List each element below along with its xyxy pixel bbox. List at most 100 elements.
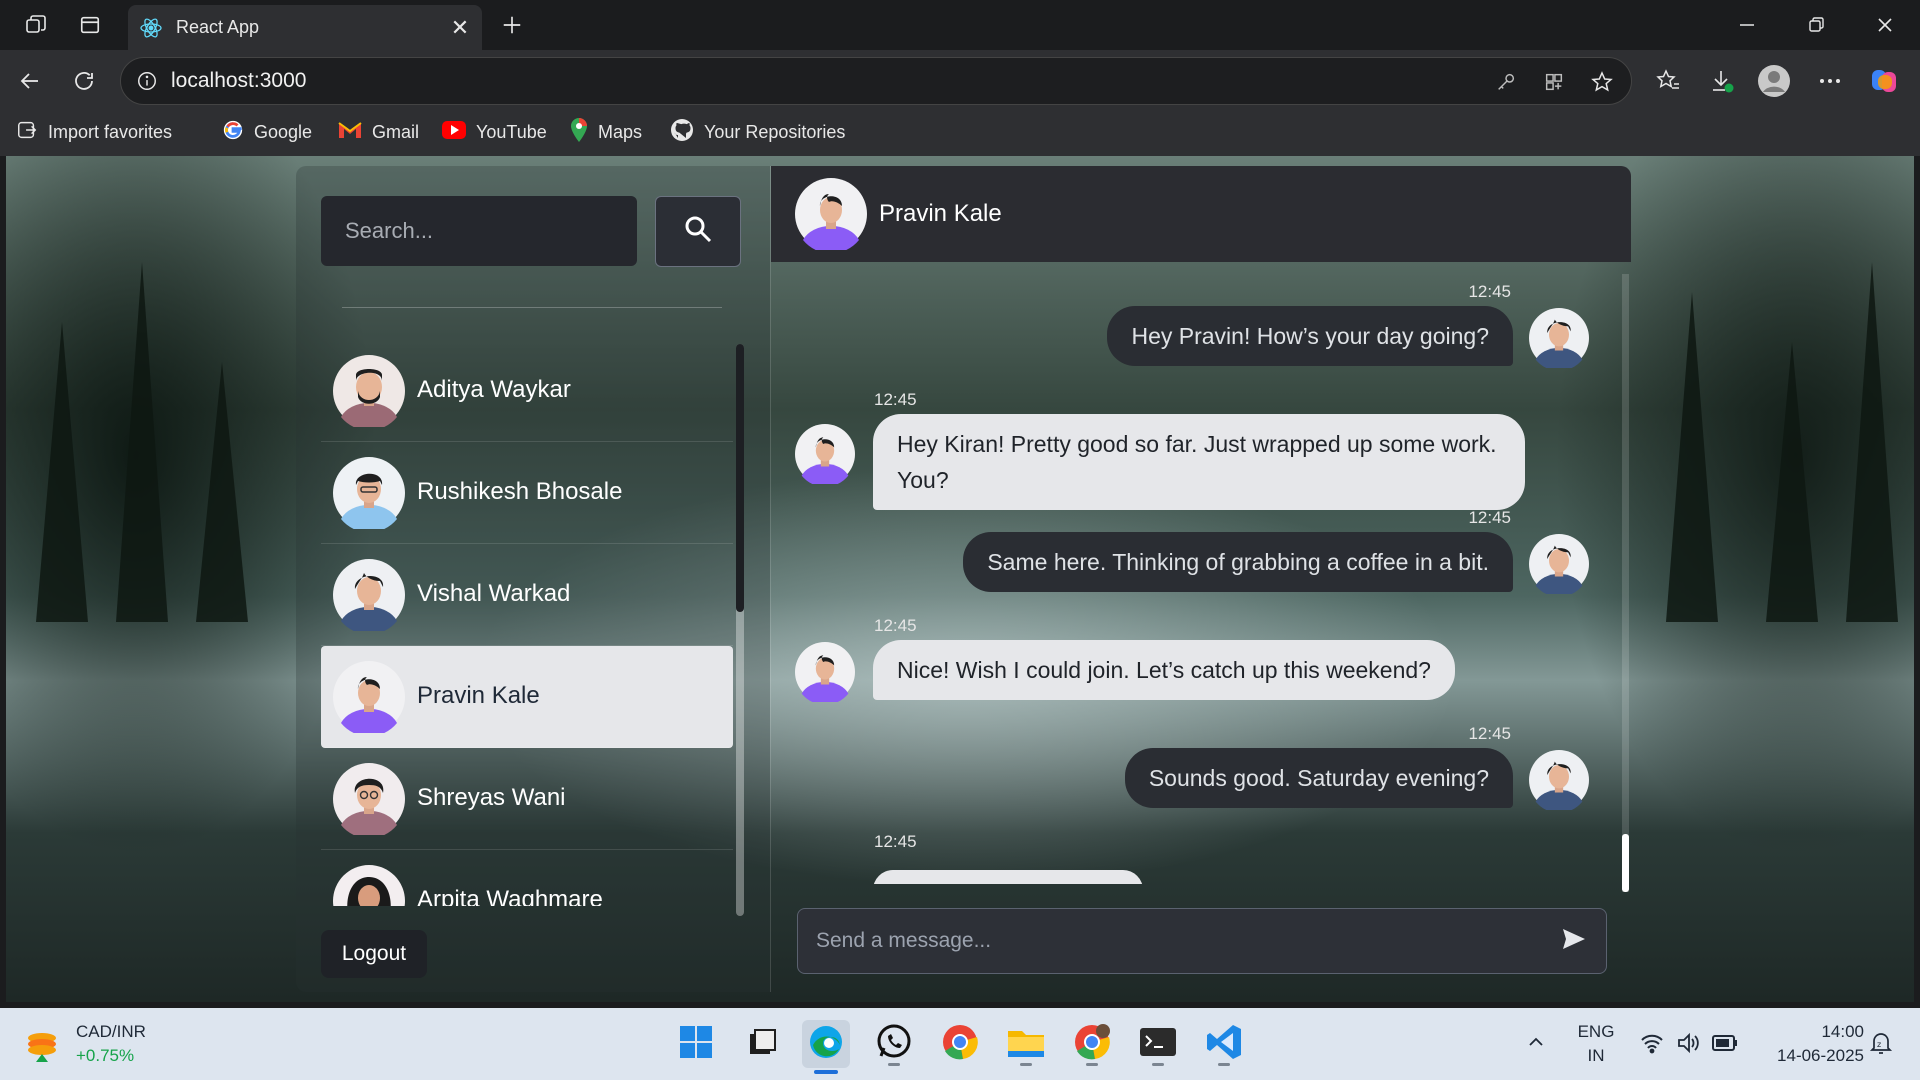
contact-name: Aditya Waykar (417, 376, 571, 403)
taskbar-app-edge[interactable] (802, 1020, 850, 1074)
taskbar-app-chrome-profile[interactable] (1068, 1020, 1116, 1068)
send-button[interactable] (1556, 923, 1592, 959)
new-tab-icon[interactable] (496, 9, 528, 41)
message-list-scroll-thumb[interactable] (1622, 834, 1629, 892)
contact-list-scroll-thumb[interactable] (736, 344, 744, 612)
message-time: 12:45 (1468, 724, 1511, 743)
contact-item[interactable]: Arpita Waghmare (321, 850, 733, 906)
message-input[interactable] (798, 909, 1538, 973)
github-icon (670, 118, 694, 147)
copilot-icon[interactable] (1868, 64, 1902, 98)
close-window-icon[interactable] (1868, 10, 1902, 40)
clock-time[interactable]: 14:00 (1754, 1022, 1864, 1042)
profile-icon[interactable] (1756, 63, 1792, 99)
favorites-icon[interactable] (1652, 65, 1684, 97)
maps-pin-icon (570, 117, 588, 147)
divider (342, 307, 722, 308)
address-bar[interactable]: localhost:3000 (120, 57, 1632, 105)
back-icon[interactable] (14, 65, 46, 97)
vertical-tabs-icon[interactable] (76, 11, 104, 39)
volume-icon[interactable] (1676, 1032, 1700, 1059)
site-info-icon[interactable] (135, 69, 159, 93)
background-tree (36, 322, 88, 622)
language-indicator[interactable]: ENG (1568, 1022, 1624, 1042)
search-input[interactable] (321, 196, 637, 266)
send-icon (1561, 927, 1587, 956)
workspaces-icon[interactable] (22, 11, 50, 39)
refresh-icon[interactable] (68, 65, 100, 97)
taskbar-app-file-explorer[interactable] (1002, 1020, 1050, 1068)
taskbar-app-vscode[interactable] (1200, 1020, 1248, 1068)
downloads-icon[interactable] (1706, 65, 1738, 97)
contact-item[interactable]: Vishal Warkad (321, 544, 733, 646)
youtube-icon (442, 120, 466, 144)
bookmark-google[interactable]: Google (222, 112, 312, 152)
bookmark-your-repositories[interactable]: Your Repositories (670, 112, 845, 152)
apps-icon[interactable] (1541, 69, 1567, 95)
logout-button[interactable]: Logout (321, 930, 427, 978)
battery-icon[interactable] (1712, 1035, 1738, 1056)
bookmark-label: Maps (598, 121, 643, 142)
favorite-star-icon[interactable] (1589, 69, 1615, 95)
close-tab-icon[interactable]: ✕ (448, 5, 472, 50)
message-list-scrollbar[interactable] (1622, 274, 1629, 892)
bookmark-youtube[interactable]: YouTube (442, 112, 547, 152)
currency-widget[interactable]: CAD/INR +0.75% (24, 1022, 184, 1068)
background-tree (1846, 262, 1898, 622)
minimize-icon[interactable] (1730, 10, 1764, 40)
task-view-icon (746, 1026, 778, 1063)
bookmark-import-favorites[interactable]: Import favorites (16, 112, 172, 152)
bookmark-maps[interactable]: Maps (570, 112, 642, 152)
message-received: 12:45 Hey Kiran! Pretty good so far. Jus… (771, 390, 1621, 510)
start-button[interactable] (672, 1020, 720, 1068)
chat-panel: Pravin Kale 12:45 Hey Pravin! How’s your… (770, 166, 1631, 992)
background-tree (1766, 342, 1818, 622)
message-received: 12:45 Nice! Wish I could join. Let’s cat… (771, 616, 1621, 720)
avatar (1529, 308, 1589, 371)
search-button[interactable] (655, 196, 741, 267)
bookmark-gmail[interactable]: Gmail (338, 112, 419, 152)
running-indicator (1218, 1063, 1230, 1066)
contact-name: Arpita Waghmare (417, 886, 603, 906)
running-indicator (1020, 1063, 1032, 1066)
restore-icon[interactable] (1799, 10, 1833, 40)
bookmark-label: Your Repositories (704, 121, 846, 142)
bookmark-label: Gmail (372, 121, 420, 142)
contact-item[interactable]: Aditya Waykar (321, 340, 733, 442)
browser-tab-bar: React App ✕ (0, 0, 1920, 50)
whatsapp-icon (875, 1023, 913, 1066)
tab-react-app[interactable]: React App ✕ (128, 5, 482, 50)
message-bubble: Hey Kiran! Pretty good so far. Just wrap… (873, 414, 1525, 510)
password-key-icon[interactable] (1493, 69, 1519, 95)
browser-nav-bar: localhost:3000 (0, 50, 1920, 112)
windows-logo-icon (678, 1024, 714, 1065)
message-time: 12:45 (874, 832, 917, 851)
running-indicator (888, 1063, 900, 1066)
react-logo-icon (138, 15, 164, 41)
running-indicator (1086, 1063, 1098, 1066)
tab-title: React App (176, 17, 260, 37)
wifi-icon[interactable] (1640, 1032, 1664, 1059)
google-icon (222, 119, 244, 146)
search-icon (683, 214, 713, 249)
url-text[interactable]: localhost:3000 (171, 58, 306, 104)
contact-item[interactable]: Rushikesh Bhosale (321, 442, 733, 544)
taskbar-app-chrome[interactable] (936, 1020, 984, 1068)
avatar (333, 763, 405, 839)
show-hidden-icons[interactable] (1526, 1032, 1550, 1056)
contact-item-active[interactable]: Pravin Kale (321, 646, 733, 748)
more-options-icon[interactable] (1814, 65, 1846, 97)
language-region[interactable]: IN (1568, 1046, 1624, 1066)
contact-item[interactable]: Shreyas Wani (321, 748, 733, 850)
task-view-button[interactable] (738, 1020, 786, 1068)
notifications-icon[interactable]: z (1868, 1030, 1894, 1061)
contact-name: Rushikesh Bhosale (417, 478, 623, 505)
contact-list: Aditya Waykar Rushikesh Bhosale Vishal W… (321, 340, 733, 906)
avatar (1529, 534, 1589, 597)
clock-date[interactable]: 14-06-2025 (1754, 1046, 1864, 1066)
currency-change: +0.75% (76, 1046, 135, 1065)
contact-name: Pravin Kale (417, 682, 540, 709)
taskbar-app-terminal[interactable] (1134, 1020, 1182, 1068)
taskbar-app-whatsapp[interactable] (870, 1020, 918, 1068)
chat-header: Pravin Kale (771, 166, 1631, 262)
